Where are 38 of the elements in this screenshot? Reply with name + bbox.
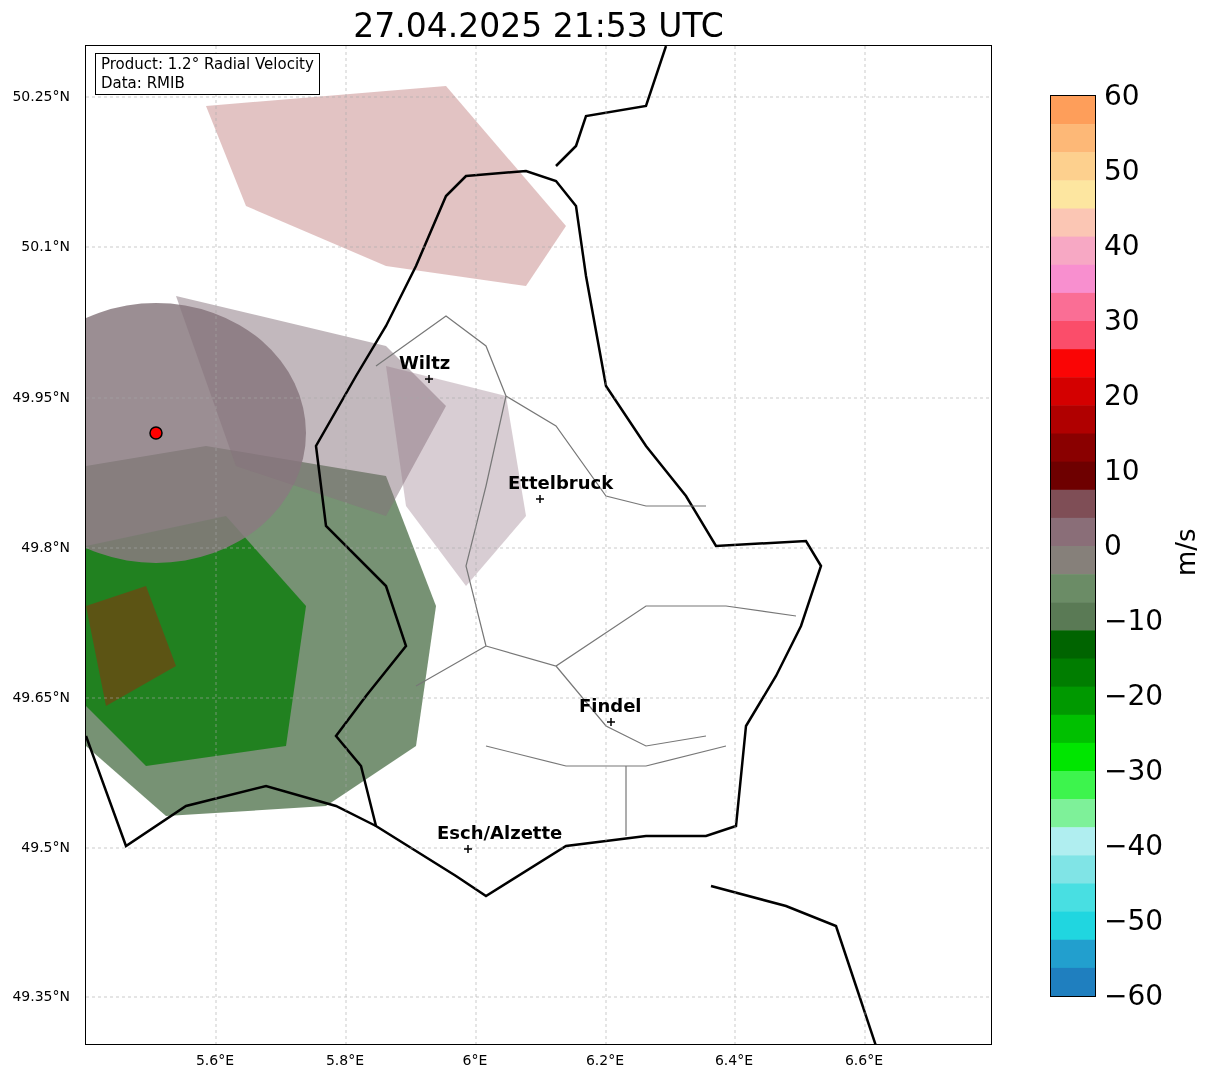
- colorbar-tick-label: −10: [1104, 605, 1164, 637]
- place-marker-icon: [425, 375, 433, 383]
- longitude-tick-label: 6°E: [461, 1051, 489, 1069]
- colorbar-axis-label: m/s: [1172, 530, 1200, 576]
- longitude-tick-label: 5.8°E: [324, 1051, 366, 1069]
- place-label: Wiltz: [399, 352, 451, 374]
- colorbar-tick-label: −30: [1104, 755, 1164, 787]
- colorbar-tick-label: −40: [1104, 830, 1164, 862]
- place-marker-icon: [536, 495, 544, 503]
- colorbar-tick-label: 60: [1104, 80, 1140, 112]
- latitude-tick-label: 50.1°N: [21, 237, 71, 255]
- longitude-tick-label: 6.2°E: [584, 1051, 626, 1069]
- colorbar-tick-label: −50: [1104, 905, 1164, 937]
- latitude-tick-label: 49.5°N: [21, 838, 71, 856]
- latitude-tick-label: 50.25°N: [12, 87, 71, 105]
- legend-text: Product: 1.2° Radial Velocity: [101, 55, 314, 74]
- colorbar-tick-label: 0: [1104, 530, 1122, 562]
- latitude-tick-label: 49.8°N: [21, 538, 71, 556]
- latitude-tick-label: 49.35°N: [12, 987, 71, 1005]
- latitude-tick-label: 49.65°N: [12, 688, 71, 706]
- place-label: Ettelbruck: [508, 472, 614, 494]
- longitude-tick-label: 5.6°E: [194, 1051, 236, 1069]
- place-label: Findel: [579, 695, 642, 717]
- colorbar-tick-label: 10: [1104, 455, 1140, 487]
- colorbar-tick-label: −20: [1104, 680, 1164, 712]
- colorbar-tick-label: 40: [1104, 230, 1140, 262]
- colorbar-tick-label: 50: [1104, 155, 1140, 187]
- legend-text: Data: RMIB: [101, 74, 186, 93]
- place-marker-icon: [607, 718, 615, 726]
- place-marker-icon: [464, 845, 472, 853]
- colorbar-tick-label: 30: [1104, 305, 1140, 337]
- latitude-tick-label: 49.95°N: [12, 388, 71, 406]
- colorbar-tick-label: −60: [1104, 980, 1164, 1012]
- colorbar-tick-label: 20: [1104, 380, 1140, 412]
- longitude-tick-label: 6.4°E: [713, 1051, 755, 1069]
- place-label: Esch/Alzette: [437, 822, 563, 844]
- longitude-tick-label: 6.6°E: [843, 1051, 885, 1069]
- chart-title: 27.04.2025 21:53 UTC: [352, 6, 725, 46]
